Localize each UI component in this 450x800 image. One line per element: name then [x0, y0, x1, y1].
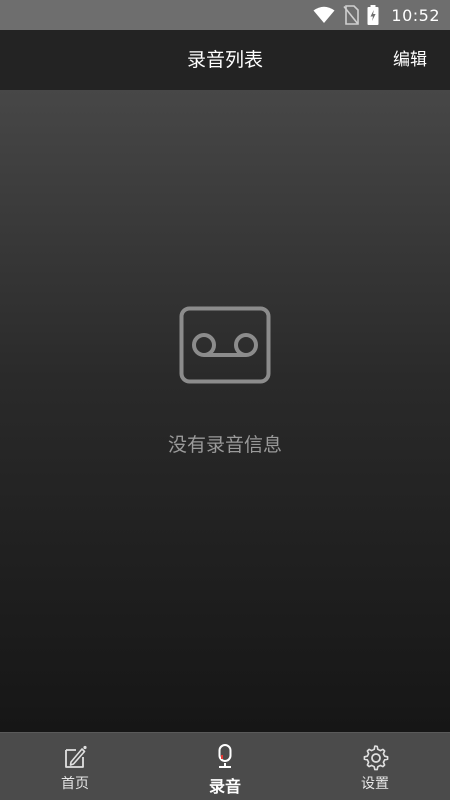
nav-label-record: 录音 [208, 777, 241, 796]
recording-list-area: 没有录音信息 [0, 90, 450, 732]
microphone-icon [211, 743, 239, 771]
battery-charging-icon [367, 5, 379, 25]
page-title: 录音列表 [186, 49, 263, 71]
empty-message: 没有录音信息 [167, 434, 282, 456]
nav-item-record[interactable]: 录音 [150, 733, 300, 800]
bottom-nav: 首页 录音 设置 [0, 732, 450, 800]
gear-icon [361, 743, 389, 771]
wifi-icon [313, 6, 335, 24]
nav-item-settings[interactable]: 设置 [300, 733, 450, 800]
edit-button[interactable]: 编辑 [393, 30, 427, 90]
status-bar: 10:52 [0, 0, 450, 30]
note-edit-icon [61, 743, 89, 771]
nav-label-home: 首页 [61, 776, 89, 792]
app-header: 录音列表 编辑 [0, 30, 450, 90]
no-sim-icon [343, 5, 360, 25]
cassette-tape-icon [179, 306, 271, 384]
nav-label-settings: 设置 [361, 776, 389, 792]
nav-item-home[interactable]: 首页 [0, 733, 150, 800]
app-screen: 10:52 录音列表 编辑 没有录音信息 首页 录音 设置 [0, 0, 450, 800]
status-time: 10:52 [391, 5, 440, 25]
